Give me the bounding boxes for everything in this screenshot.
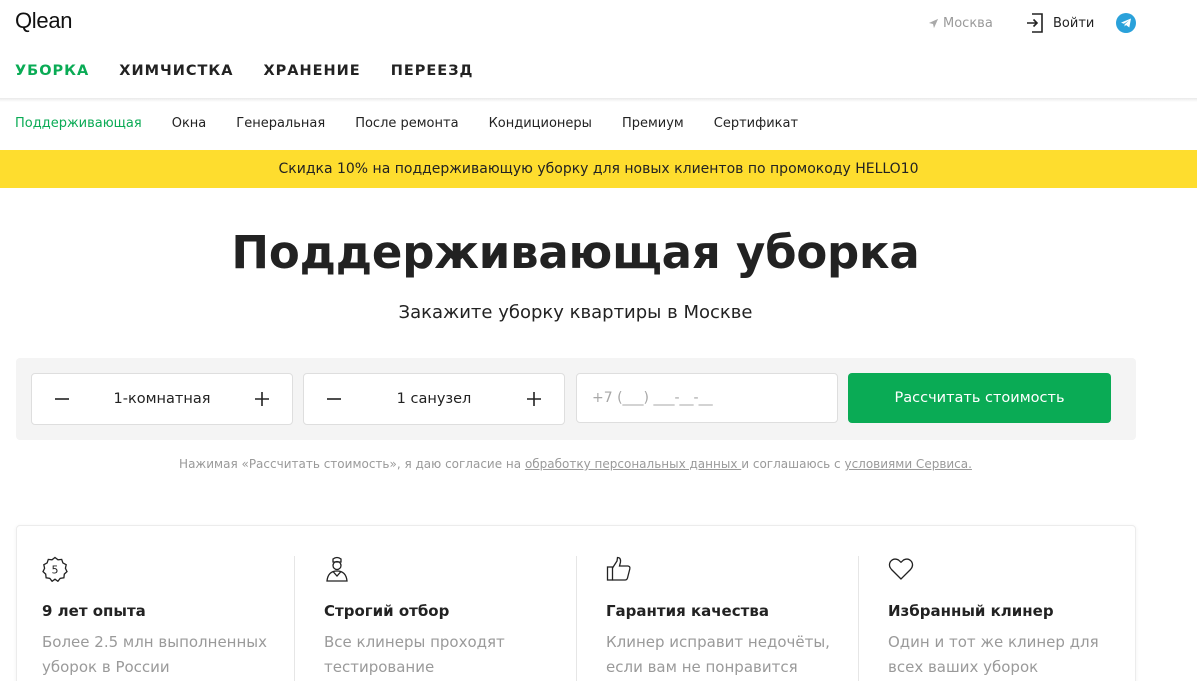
feature-favorite-cleaner: Избранный клинер Один и тот же клинер дл… xyxy=(888,556,1138,680)
feature-title: Гарантия качества xyxy=(606,602,769,620)
telegram-icon xyxy=(1121,18,1131,28)
phone-input[interactable] xyxy=(576,373,838,423)
feature-title: Строгий отбор xyxy=(324,602,450,620)
rooms-decrement-button[interactable] xyxy=(52,389,72,409)
main-nav-storage[interactable]: ХРАНЕНИЕ xyxy=(263,63,360,79)
feature-title: Избранный клинер xyxy=(888,602,1054,620)
plus-icon xyxy=(527,392,541,406)
feature-title: 9 лет опыта xyxy=(42,602,146,620)
main-nav-dry-cleaning[interactable]: ХИМЧИСТКА xyxy=(119,63,233,79)
minus-icon xyxy=(327,398,341,400)
feature-quality: Гарантия качества Клинер исправит недочё… xyxy=(606,556,856,680)
divider xyxy=(576,556,577,681)
feature-selection: Строгий отбор Все клинеры проходят тести… xyxy=(324,556,574,680)
consent-prefix: Нажимая «Рассчитать стоимость», я даю со… xyxy=(179,457,525,471)
sub-nav-premium[interactable]: Премиум xyxy=(622,116,684,131)
feature-description: Все клинеры проходят тестирование xyxy=(324,633,505,676)
thumbs-up-icon xyxy=(606,556,632,582)
main-nav-moving[interactable]: ПЕРЕЕЗД xyxy=(391,63,474,79)
feature-description: Клинер исправит недочёты, если вам не по… xyxy=(606,633,830,676)
heart-icon xyxy=(888,556,914,582)
page-subtitle: Закажите уборку квартиры в Москве xyxy=(398,302,753,323)
divider xyxy=(294,556,295,681)
login-button[interactable]: Войти xyxy=(1026,13,1094,33)
rooms-value: 1-комнатная xyxy=(113,391,211,407)
feature-experience: 5 9 лет опыта Более 2.5 млн выполненных … xyxy=(42,556,292,680)
divider xyxy=(858,556,859,681)
bathrooms-decrement-button[interactable] xyxy=(324,389,344,409)
consent-text: Нажимая «Рассчитать стоимость», я даю со… xyxy=(0,457,1151,471)
consent-middle: и соглашаюсь с xyxy=(741,457,845,471)
personal-data-link[interactable]: обработку персональных данных xyxy=(525,457,741,471)
features-panel: 5 9 лет опыта Более 2.5 млн выполненных … xyxy=(16,525,1136,681)
header-divider xyxy=(0,98,1197,102)
svg-text:5: 5 xyxy=(52,564,59,577)
feature-description: Более 2.5 млн выполненных уборок в Росси… xyxy=(42,633,268,676)
telegram-button[interactable] xyxy=(1116,13,1136,33)
sub-nav-certificate[interactable]: Сертификат xyxy=(714,116,798,131)
rooms-stepper: 1-комнатная xyxy=(31,373,293,425)
main-nav: УБОРКА ХИМЧИСТКА ХРАНЕНИЕ ПЕРЕЕЗД xyxy=(15,63,473,79)
minus-icon xyxy=(55,398,69,400)
price-calculator: 1-комнатная 1 санузел Рассчитать стоимос… xyxy=(16,358,1136,440)
bathrooms-stepper: 1 санузел xyxy=(303,373,565,425)
main-nav-cleaning[interactable]: УБОРКА xyxy=(15,63,89,79)
sub-nav-general[interactable]: Генеральная xyxy=(236,116,325,131)
sub-nav-air-conditioners[interactable]: Кондиционеры xyxy=(489,116,592,131)
logo[interactable]: Qlean xyxy=(15,8,73,34)
login-icon xyxy=(1027,13,1043,33)
calculate-price-button[interactable]: Рассчитать стоимость xyxy=(848,373,1111,423)
sub-nav-maintenance[interactable]: Поддерживающая xyxy=(15,116,142,131)
rooms-increment-button[interactable] xyxy=(252,389,272,409)
sub-nav-after-renovation[interactable]: После ремонта xyxy=(355,116,458,131)
feature-description: Один и тот же клинер для всех ваших убор… xyxy=(888,633,1099,676)
sub-nav: Поддерживающая Окна Генеральная После ре… xyxy=(15,116,798,131)
city-label: Москва xyxy=(943,16,993,31)
promo-banner: Скидка 10% на поддерживающую уборку для … xyxy=(0,150,1197,188)
site-header: Qlean Москва Войти УБОРКА ХИМЧИСТКА ХРАН… xyxy=(0,0,1197,100)
login-label: Войти xyxy=(1053,15,1095,31)
badge-5-icon: 5 xyxy=(42,556,68,583)
service-terms-link[interactable]: условиями Сервиса. xyxy=(844,457,971,471)
page-title: Поддерживающая уборка xyxy=(231,226,920,279)
plus-icon xyxy=(255,392,269,406)
sub-nav-windows[interactable]: Окна xyxy=(172,116,207,131)
cleaner-person-icon xyxy=(324,556,350,582)
location-arrow-icon xyxy=(928,18,939,29)
bathrooms-value: 1 санузел xyxy=(396,391,472,407)
city-selector[interactable]: Москва xyxy=(928,16,993,31)
bathrooms-increment-button[interactable] xyxy=(524,389,544,409)
